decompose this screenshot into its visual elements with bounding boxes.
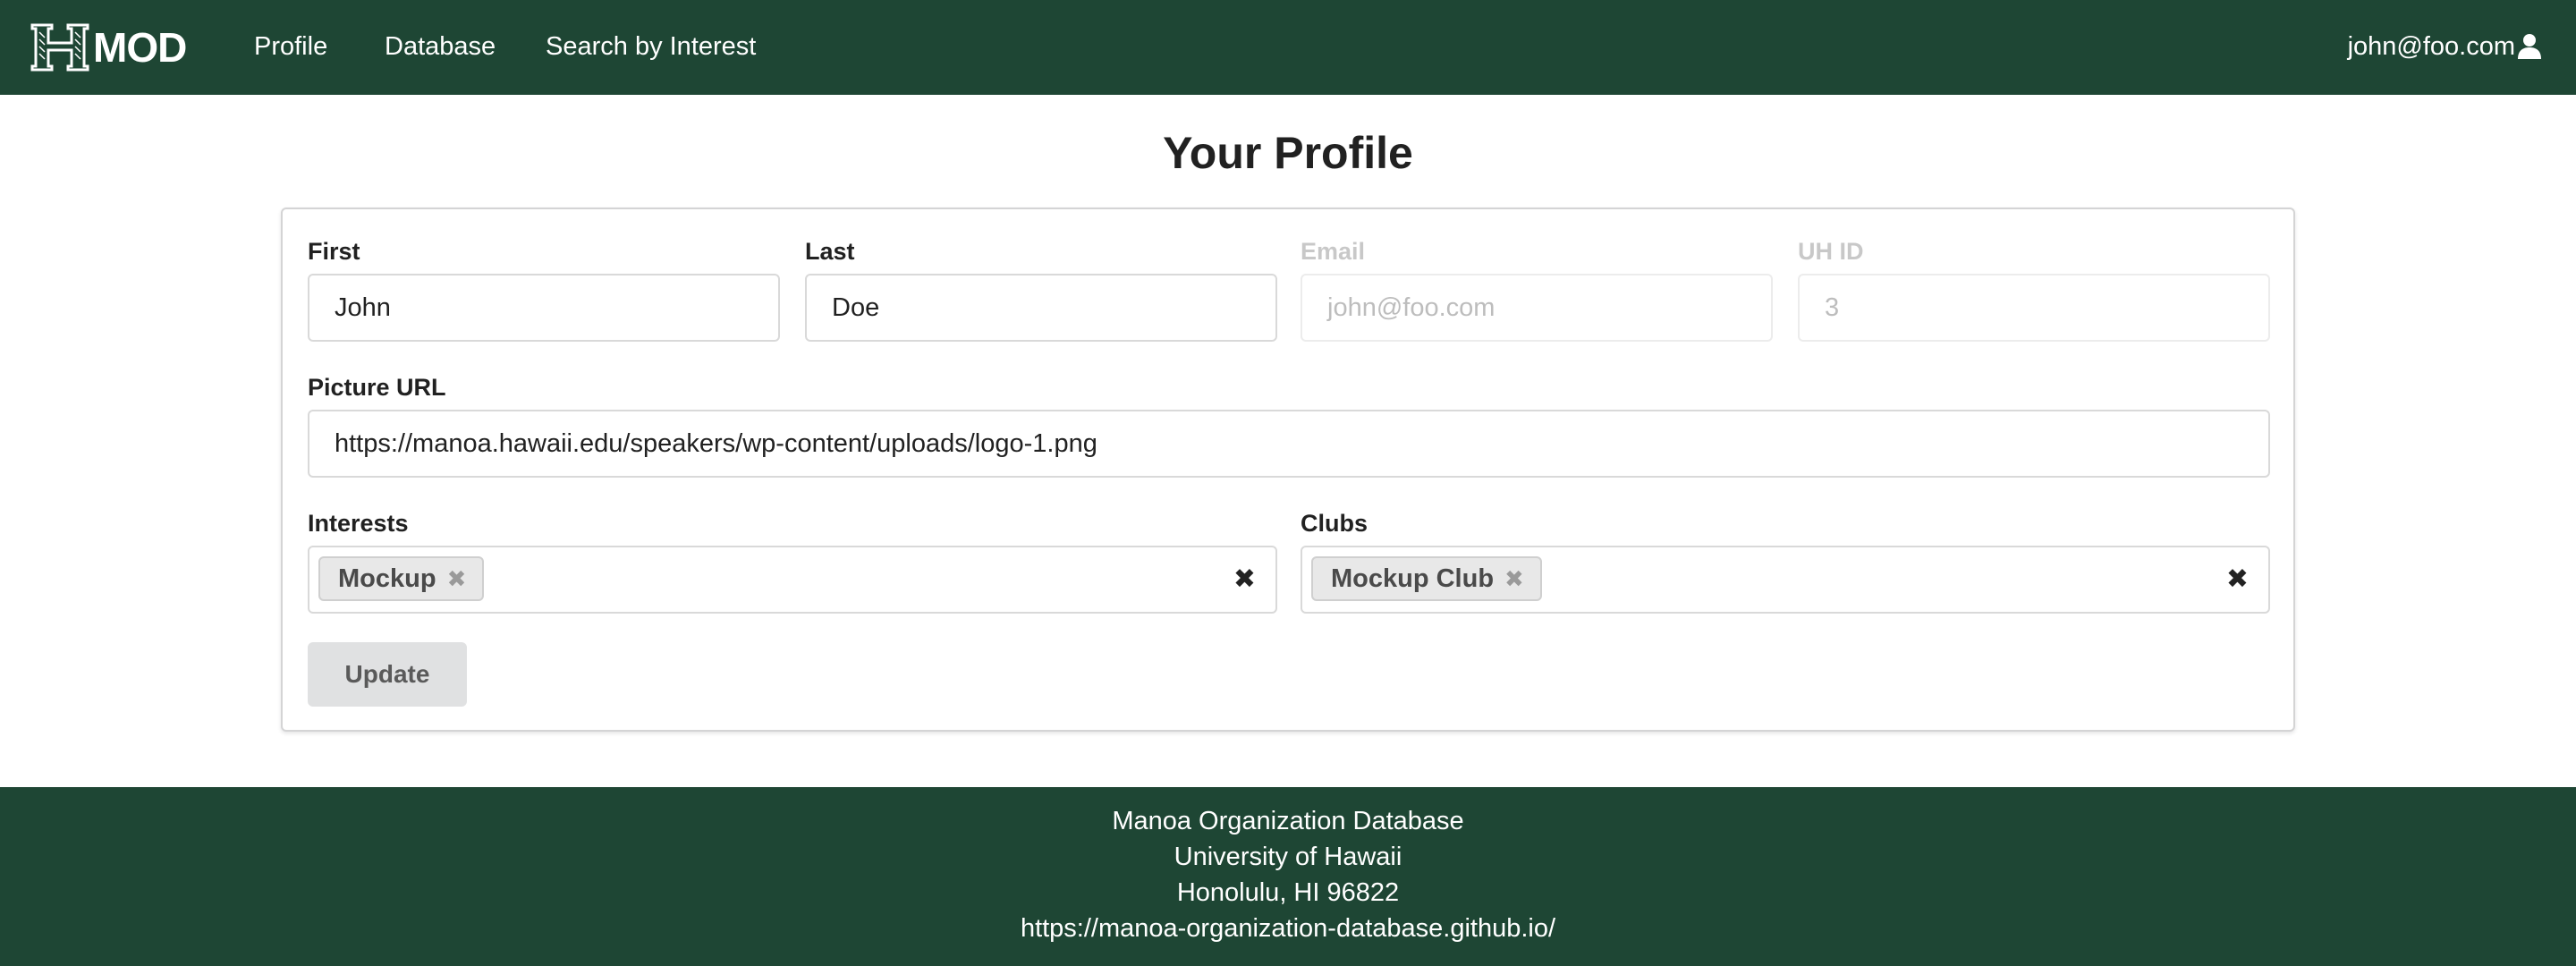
- email-label: Email: [1301, 238, 1366, 265]
- clubs-multiselect[interactable]: Mockup Club ✖ ✖: [1301, 546, 2270, 614]
- footer-org-name: Manoa Organization Database: [1112, 807, 1464, 835]
- footer-address: Honolulu, HI 96822: [1176, 878, 1400, 907]
- uh-h-logo-icon: [30, 23, 89, 72]
- first-name-input[interactable]: John: [308, 274, 780, 342]
- nav-link-database[interactable]: Database: [385, 30, 496, 63]
- club-chip-label: Mockup Club: [1331, 564, 1495, 593]
- update-button[interactable]: Update: [308, 642, 467, 707]
- brand-home-link[interactable]: MOD: [29, 21, 187, 73]
- picture-url-label: Picture URL: [308, 374, 446, 401]
- email-field: Email john@foo.com: [1301, 236, 1773, 343]
- top-navbar: MOD Profile Database Search by Interest …: [0, 0, 2576, 95]
- last-name-field: Last Doe: [805, 236, 1277, 343]
- clear-clubs-icon[interactable]: ✖: [2226, 564, 2249, 596]
- nav-link-profile[interactable]: Profile: [254, 30, 327, 63]
- last-name-input[interactable]: Doe: [805, 274, 1277, 342]
- interest-chip: Mockup ✖: [318, 556, 485, 601]
- footer-url-link[interactable]: https://manoa-organization-database.gith…: [0, 911, 2576, 946]
- club-chip: Mockup Club ✖: [1311, 556, 1542, 601]
- first-name-label: First: [308, 238, 360, 265]
- uh-id-input: 3: [1798, 274, 2270, 342]
- interest-chip-label: Mockup: [338, 564, 436, 593]
- user-email: john@foo.com: [2347, 32, 2515, 61]
- interests-multiselect[interactable]: Mockup ✖ ✖: [308, 546, 1277, 614]
- footer: Manoa Organization Database University o…: [0, 787, 2576, 966]
- interests-field: Interests Mockup ✖ ✖: [308, 508, 1277, 615]
- interests-label: Interests: [308, 510, 409, 537]
- page-title: Your Profile: [1163, 128, 1413, 178]
- picture-url-field: Picture URL https://manoa.hawaii.edu/spe…: [308, 372, 2270, 479]
- profile-form-card: First John Last Doe Email john@foo.com U…: [281, 208, 2295, 732]
- footer-university: University of Hawaii: [1174, 843, 1402, 871]
- user-menu[interactable]: john@foo.com: [2348, 30, 2542, 63]
- first-name-field: First John: [308, 236, 780, 343]
- email-input: john@foo.com: [1301, 274, 1773, 342]
- remove-chip-icon[interactable]: ✖: [1504, 558, 1524, 599]
- uh-id-label: UH ID: [1798, 238, 1864, 265]
- remove-chip-icon[interactable]: ✖: [447, 558, 467, 599]
- user-icon: [2518, 34, 2541, 59]
- brand-text: MOD: [93, 24, 187, 71]
- clear-interests-icon[interactable]: ✖: [1233, 564, 1256, 596]
- picture-url-input[interactable]: https://manoa.hawaii.edu/speakers/wp-con…: [308, 410, 2270, 478]
- clubs-label: Clubs: [1301, 510, 1368, 537]
- last-name-label: Last: [805, 238, 855, 265]
- uh-id-field: UH ID 3: [1798, 236, 2270, 343]
- nav-link-search-by-interest[interactable]: Search by Interest: [546, 30, 756, 63]
- clubs-field: Clubs Mockup Club ✖ ✖: [1301, 508, 2270, 615]
